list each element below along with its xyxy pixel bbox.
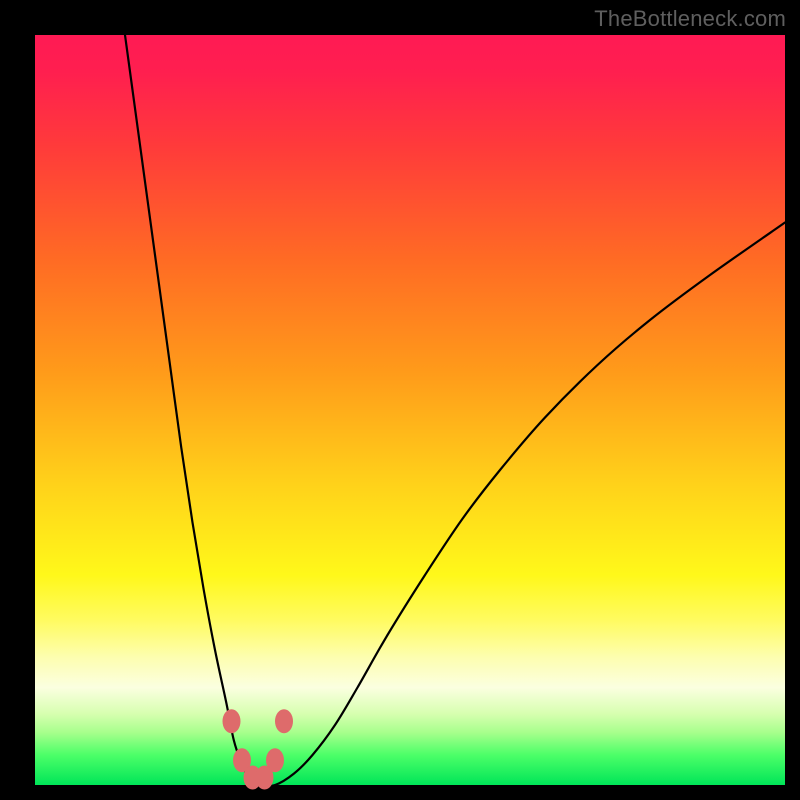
curve-marker	[256, 766, 274, 790]
curve-markers	[223, 709, 294, 789]
curve-marker	[275, 709, 293, 733]
bottleneck-curve	[125, 35, 785, 786]
plot-area	[35, 35, 785, 785]
chart-frame: TheBottleneck.com	[0, 0, 800, 800]
watermark-text: TheBottleneck.com	[594, 6, 786, 32]
curve-marker	[223, 709, 241, 733]
curve-layer	[35, 35, 785, 785]
